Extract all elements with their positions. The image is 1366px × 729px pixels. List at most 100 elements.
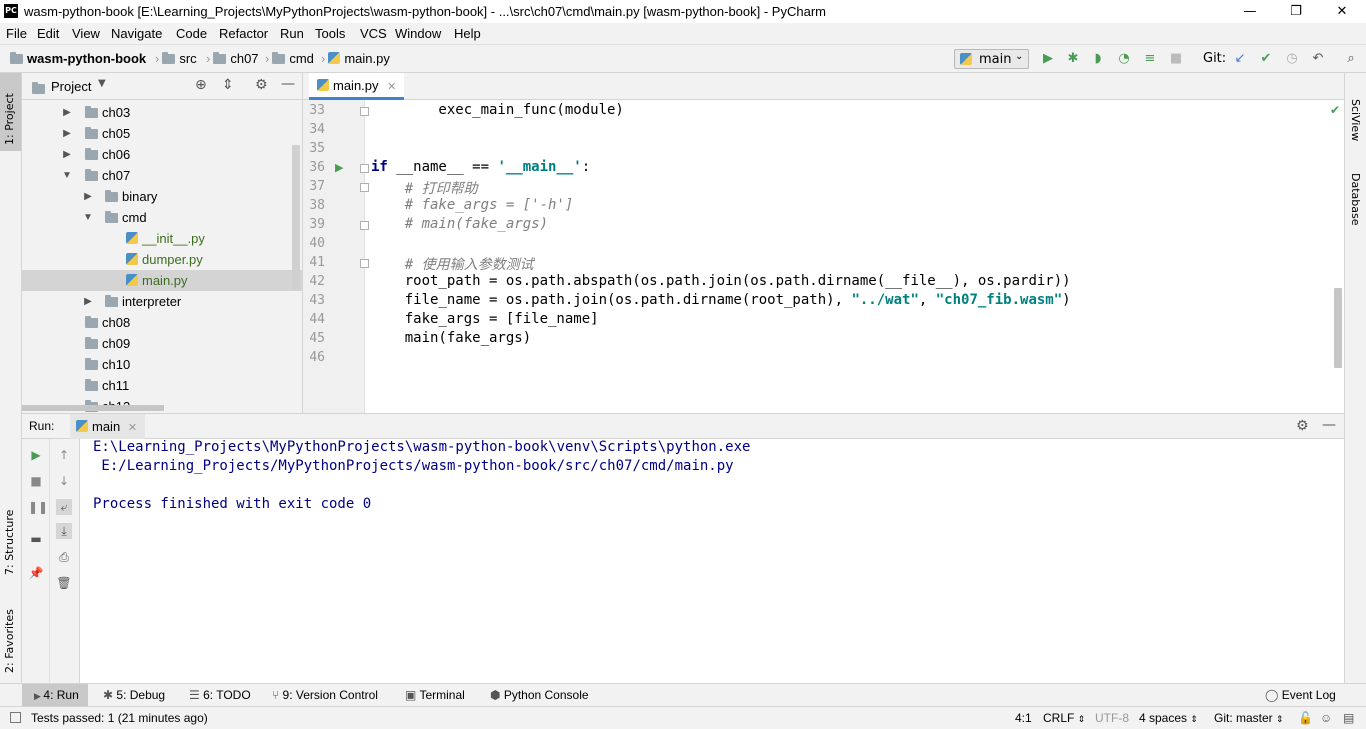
chevron-down-icon[interactable]: ▼ [98, 78, 106, 89]
favorites-tool-tab[interactable]: 2: Favorites [3, 593, 16, 673]
structure-tool-tab[interactable]: 7: Structure [3, 495, 16, 575]
tree-item-main-py[interactable]: main.py [22, 270, 302, 291]
project-view-select[interactable]: Project [51, 79, 91, 94]
layout-icon[interactable]: ▬ [28, 531, 44, 547]
gear-icon[interactable]: ⚙ [1296, 418, 1309, 434]
caret-position[interactable]: 4:1 [1015, 711, 1032, 725]
tree-item-ch03[interactable]: ▶ ch03 [22, 102, 302, 123]
tree-item-cmd[interactable]: ▼ cmd [22, 207, 302, 228]
fold-icon[interactable] [360, 183, 369, 192]
toggle-tool-windows-icon[interactable] [10, 712, 21, 723]
editor-tab-main-py[interactable]: main.py ✕ [309, 73, 405, 100]
coverage-icon[interactable]: ◗ [1090, 52, 1106, 66]
close-button[interactable]: ✕ [1319, 2, 1365, 21]
chevron-down-icon[interactable]: ▼ [83, 207, 93, 228]
menu-tools[interactable]: Tools [315, 26, 345, 41]
soft-wrap-icon[interactable]: ⤶ [56, 499, 72, 515]
gear-icon[interactable]: ⚙ [255, 77, 268, 93]
run-gutter-icon[interactable]: ▶ [335, 161, 343, 174]
up-arrow-icon[interactable]: ↑ [56, 447, 72, 463]
menu-window[interactable]: Window [395, 26, 441, 41]
tool-tab-terminal[interactable]: ▣ Terminal [405, 688, 465, 702]
print-icon[interactable]: ⎙ [56, 549, 72, 565]
horizontal-scrollbar[interactable] [22, 405, 164, 411]
tree-item-ch05[interactable]: ▶ ch05 [22, 123, 302, 144]
pin-icon[interactable]: 📌 [28, 565, 44, 581]
notifications-icon[interactable]: ▤ [1343, 711, 1354, 725]
locate-icon[interactable]: ⊕ [195, 77, 207, 93]
fold-icon[interactable] [360, 259, 369, 268]
line-separator[interactable]: CRLF ⇕ [1043, 711, 1085, 725]
chevron-right-icon[interactable]: ▶ [62, 144, 72, 165]
lock-icon[interactable]: 🔓 [1298, 711, 1313, 725]
menu-run[interactable]: Run [280, 26, 304, 41]
tree-item-ch11[interactable]: ch11 [22, 375, 302, 396]
git-branch[interactable]: Git: master ⇕ [1214, 711, 1284, 725]
commit-icon[interactable]: ✔ [1258, 52, 1274, 66]
project-tool-tab[interactable]: 1: Project [3, 81, 16, 145]
chevron-right-icon[interactable]: ▶ [62, 123, 72, 144]
update-project-icon[interactable]: ↙ [1232, 52, 1248, 66]
debug-icon[interactable]: ✱ [1065, 52, 1081, 66]
chevron-right-icon[interactable]: ▶ [83, 186, 93, 207]
indent-setting[interactable]: 4 spaces ⇕ [1139, 711, 1198, 725]
menu-help[interactable]: Help [454, 26, 481, 41]
search-icon[interactable]: ⌕ [1343, 52, 1359, 66]
menu-navigate[interactable]: Navigate [111, 26, 162, 41]
breadcrumb-project[interactable]: wasm-python-book [10, 51, 146, 66]
fold-icon[interactable] [360, 164, 369, 173]
tool-tab-version-control[interactable]: ⑂ 9: Version Control [272, 688, 378, 702]
tree-item-interpreter[interactable]: ▶ interpreter [22, 291, 302, 312]
hide-icon[interactable]: — [281, 76, 295, 92]
restore-button[interactable]: ❐ [1273, 2, 1319, 21]
sciview-tool-tab[interactable]: SciView [1349, 99, 1362, 141]
run-tab-main[interactable]: main ✕ [70, 414, 146, 439]
pause-icon[interactable]: ❚❚ [28, 499, 48, 515]
tree-item-dumper-py[interactable]: dumper.py [22, 249, 302, 270]
inspection-ok-icon[interactable]: ✔ [1330, 103, 1340, 117]
vertical-scrollbar[interactable] [292, 145, 300, 290]
menu-code[interactable]: Code [176, 26, 207, 41]
run-icon[interactable]: ▶ [1040, 52, 1056, 66]
menu-file[interactable]: File [6, 26, 27, 41]
breadcrumb-ch07[interactable]: › ch07 [203, 51, 259, 66]
concurrency-icon[interactable]: ≡ [1142, 52, 1158, 66]
scroll-to-end-icon[interactable]: ⤓ [56, 523, 72, 539]
breadcrumb-cmd[interactable]: › cmd [262, 51, 314, 66]
database-tool-tab[interactable]: Database [1349, 173, 1362, 226]
trash-icon[interactable]: 🗑 [56, 575, 72, 591]
down-arrow-icon[interactable]: ↓ [56, 473, 72, 489]
tool-tab-event-log[interactable]: ◯ Event Log [1265, 688, 1336, 702]
close-tab-icon[interactable]: ✕ [128, 422, 137, 434]
close-tab-icon[interactable]: ✕ [387, 81, 396, 93]
profile-icon[interactable]: ◔ [1116, 52, 1132, 66]
inspector-icon[interactable]: ☺ [1320, 711, 1332, 725]
tool-tab-debug[interactable]: ✱ 5: Debug [103, 688, 165, 702]
tree-item-ch06[interactable]: ▶ ch06 [22, 144, 302, 165]
rollback-icon[interactable]: ↶ [1310, 52, 1326, 66]
run-config-select[interactable]: main ⌄ [954, 49, 1029, 69]
editor-vertical-scrollbar[interactable] [1334, 288, 1342, 368]
collapse-all-icon[interactable]: ⇕ [222, 77, 234, 93]
code-lines[interactable]: 33 34 35 36 37 38 39 40 41 42 43 44 45 4… [303, 100, 1344, 413]
menu-vcs[interactable]: VCS [360, 26, 387, 41]
tree-item-ch09[interactable]: ch09 [22, 333, 302, 354]
tool-tab-todo[interactable]: ☰ 6: TODO [189, 688, 251, 702]
file-encoding[interactable]: UTF-8 [1095, 711, 1129, 725]
menu-edit[interactable]: Edit [37, 26, 59, 41]
breadcrumb-src[interactable]: › src [152, 51, 197, 66]
status-message[interactable]: Tests passed: 1 (21 minutes ago) [31, 711, 208, 725]
history-icon[interactable]: ◷ [1284, 52, 1300, 66]
fold-icon[interactable] [360, 107, 369, 116]
tree-item-ch08[interactable]: ch08 [22, 312, 302, 333]
tree-item-binary[interactable]: ▶ binary [22, 186, 302, 207]
tree-item-init-py[interactable]: __init__.py [22, 228, 302, 249]
stop-icon[interactable]: ■ [1168, 52, 1184, 66]
minimize-button[interactable]: — [1227, 2, 1273, 21]
tree-item-ch10[interactable]: ch10 [22, 354, 302, 375]
chevron-down-icon[interactable]: ▼ [62, 165, 72, 186]
hide-icon[interactable]: — [1322, 417, 1336, 433]
tool-tab-python-console[interactable]: ⬢ Python Console [490, 688, 589, 702]
rerun-icon[interactable]: ▶ [28, 447, 44, 463]
chevron-right-icon[interactable]: ▶ [83, 291, 93, 312]
